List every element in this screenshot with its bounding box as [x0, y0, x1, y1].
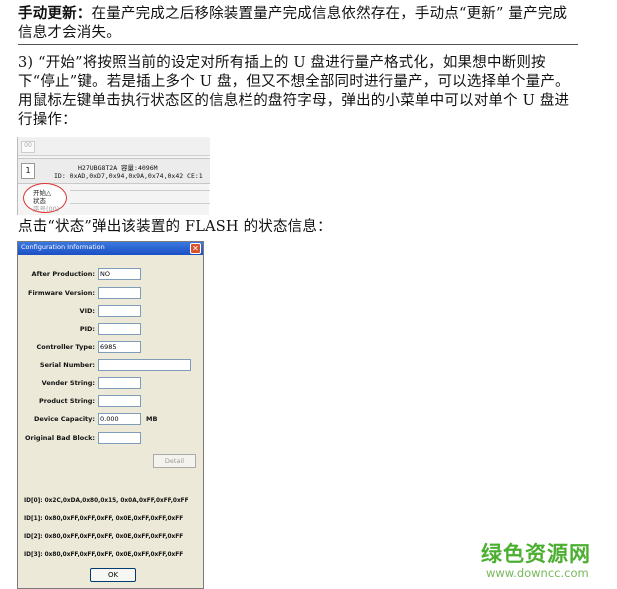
field-vid: VID: — [18, 305, 203, 319]
ok-button[interactable]: OK — [90, 568, 136, 582]
controller-type-field[interactable]: 6985 — [98, 341, 141, 353]
watermark-logo-text: 绿色资源网 — [481, 542, 591, 566]
field-label: PID: — [79, 325, 95, 333]
field-serial-number: Serial Number: — [18, 359, 203, 373]
row-divider — [70, 190, 210, 191]
field-pid: PID: — [18, 323, 203, 337]
field-device-capacity: Device Capacity: 0.000 MB — [18, 413, 203, 427]
field-firmware-version: Firmware Version: — [18, 287, 203, 301]
context-menu: 开始△ 状态 序号(00) — [23, 183, 67, 213]
field-label: Product String: — [38, 397, 95, 405]
field-label: Controller Type: — [36, 343, 95, 351]
firmware-version-field[interactable] — [98, 287, 141, 299]
id-line-2: ID[2]: 0x80,0xFF,0xFF,0xFF, 0x0E,0xFF,0x… — [24, 534, 184, 540]
field-product-string: Product String: — [18, 395, 203, 409]
detail-button[interactable]: Detail — [153, 454, 196, 468]
id-line-1: ID[1]: 0x80,0xFF,0xFF,0xFF, 0x0E,0xFF,0x… — [24, 516, 184, 522]
field-original-bad-block: Original Bad Block: — [18, 432, 203, 446]
manual-update-paragraph: 手动更新：在量产完成之后移除装置量产完成信息依然存在，手动点“更新” 量产完成信… — [18, 5, 578, 45]
product-string-field[interactable] — [98, 395, 141, 407]
flash-id-info: ID: 0xAD,0xD7,0x94,0x9A,0x74,0x42 CE:1 — [54, 172, 203, 180]
original-bad-block-field[interactable] — [98, 432, 141, 444]
dialog-titlebar[interactable]: Configuration Information ✕ — [18, 242, 203, 255]
id-line-0: ID[0]: 0x2C,0xDA,0x80,0x15, 0x0A,0xFF,0x… — [24, 498, 189, 504]
vender-string-field[interactable] — [98, 377, 141, 389]
vid-field[interactable] — [98, 305, 141, 317]
field-label: Device Capacity: — [33, 415, 95, 423]
start-instructions-paragraph: 3) “开始”将按照当前的设定对所有插上的 U 盘进行量产格式化，如果想中断则按… — [18, 55, 570, 128]
field-after-production: After Production: NO — [18, 268, 203, 282]
field-vender-string: Vender String: — [18, 377, 203, 391]
capacity-unit: MB — [146, 415, 158, 423]
row-divider — [70, 203, 210, 204]
field-label: Firmware Version: — [28, 289, 95, 297]
flash-model-info: H27UBG8T2A 容量:4096M — [78, 164, 158, 172]
context-menu-item-serial[interactable]: 序号(00) — [33, 203, 59, 213]
dialog-title: Configuration Information — [21, 243, 105, 251]
close-icon[interactable]: ✕ — [190, 243, 201, 254]
field-label: Original Bad Block: — [24, 434, 95, 442]
status-row-device: 1 H27UBG8T2A 容量:4096M ID: 0xAD,0xD7,0x94… — [18, 158, 210, 184]
field-label: Serial Number: — [39, 361, 95, 369]
status-area-screenshot: 00 1 H27UBG8T2A 容量:4096M ID: 0xAD,0xD7,0… — [17, 137, 210, 215]
field-label: After Production: — [31, 270, 95, 278]
manual-update-text: 在量产完成之后移除装置量产完成信息依然存在，手动点“更新” 量产完成信息才会消失… — [18, 6, 568, 41]
watermark-url: www.downcc.com — [486, 566, 589, 580]
status-click-paragraph: 点击“状态”弹出该装置的 FLASH 的状态信息： — [18, 219, 332, 235]
pid-field[interactable] — [98, 323, 141, 335]
slot-label: 00 — [21, 141, 35, 153]
id-line-3: ID[3]: 0x80,0xFF,0xFF,0xFF, 0x0E,0xFF,0x… — [24, 552, 184, 558]
device-capacity-field[interactable]: 0.000 — [98, 413, 141, 425]
after-production-field[interactable]: NO — [98, 268, 141, 280]
status-row-empty: 00 — [18, 138, 210, 156]
serial-number-field[interactable] — [98, 359, 191, 371]
field-label: VID: — [79, 307, 95, 315]
field-label: Vender String: — [41, 379, 95, 387]
manual-update-heading: 手动更新： — [18, 6, 92, 22]
configuration-dialog: Configuration Information ✕ After Produc… — [17, 241, 204, 589]
field-controller-type: Controller Type: 6985 — [18, 341, 203, 355]
port-number-button[interactable]: 1 — [21, 163, 35, 179]
